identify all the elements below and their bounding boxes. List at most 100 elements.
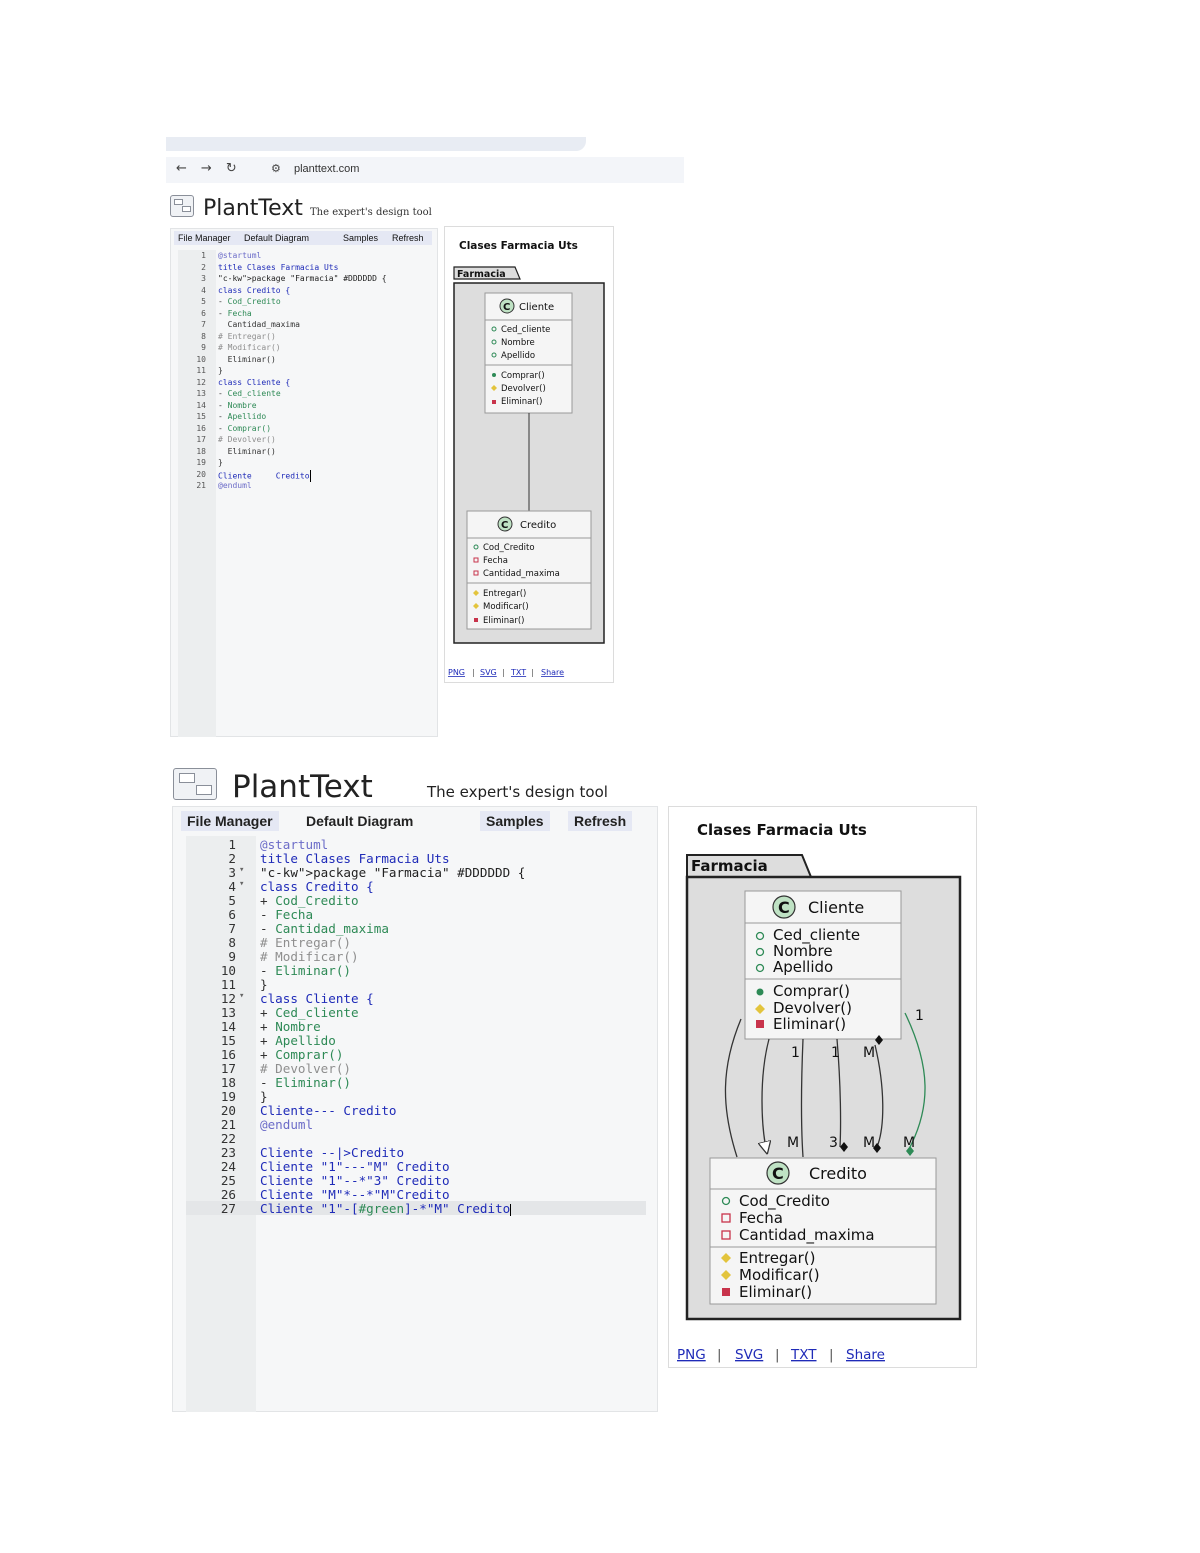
code-line[interactable]: 25 Cliente "1"--*"3" Credito xyxy=(186,1173,646,1188)
file-manager-button[interactable]: File Manager xyxy=(175,231,234,245)
line-number: 21 xyxy=(220,1117,236,1132)
code-line[interactable]: 6 - Fecha xyxy=(186,907,646,922)
code-line[interactable]: 16 - Comprar() xyxy=(178,424,431,436)
code-line[interactable]: 17 # Devolver() xyxy=(186,1061,646,1076)
code-line-text: Cliente Credito xyxy=(218,469,311,482)
code-line[interactable]: 5 - Cod_Credito xyxy=(178,297,431,309)
code-line[interactable]: 26 Cliente "M"*--*"M"Credito xyxy=(186,1187,646,1202)
code-line-text: - Ced_cliente xyxy=(218,389,281,398)
line-number: 3 xyxy=(201,274,206,283)
code-line[interactable]: 12 class Cliente { xyxy=(178,378,431,390)
class-cliente-name: Cliente xyxy=(519,302,554,313)
fold-toggle-icon[interactable]: ▾ xyxy=(239,991,244,1001)
code-text-area[interactable]: 1 @startuml 2 title Clases Farmacia Uts 3 "c-… xyxy=(178,251,431,493)
code-line[interactable]: 7 Cantidad_maxima xyxy=(178,320,431,332)
line-number: 20 xyxy=(220,1103,236,1118)
browser-url-text[interactable]: planttext.com xyxy=(294,163,359,175)
code-line[interactable]: 2 title Clases Farmacia Uts xyxy=(186,851,646,866)
code-line[interactable]: 4 ▾ class Credito { xyxy=(186,879,646,894)
code-line[interactable]: 12 ▾ class Cliente { xyxy=(186,991,646,1006)
fold-toggle-icon[interactable]: ▾ xyxy=(239,865,244,875)
export-svg-link: SVG xyxy=(735,1347,763,1363)
code-text-area[interactable]: 1 @startuml 2 title Clases Farmacia Uts 3 ▾ "c… xyxy=(186,837,646,1216)
code-line[interactable]: 10 - Eliminar() xyxy=(186,963,646,978)
code-line-text: Cliente "1"---"M" Credito xyxy=(260,1159,450,1174)
code-line[interactable]: 10 Eliminar() xyxy=(178,355,431,367)
code-line[interactable]: 9 # Modificar() xyxy=(186,949,646,964)
code-line[interactable]: 23 Cliente --|>Credito xyxy=(186,1145,646,1160)
line-number: 14 xyxy=(220,1019,236,1034)
code-line[interactable]: 7 - Cantidad_maxima xyxy=(186,921,646,936)
export-svg-link: SVG xyxy=(480,668,497,677)
code-line[interactable]: 1 @startuml xyxy=(186,837,646,852)
site-settings-icon[interactable]: ⚙ xyxy=(271,162,281,175)
code-line[interactable]: 13 - Ced_cliente xyxy=(178,389,431,401)
code-line[interactable]: 3 "c-kw">package "Farmacia" #DDDDDD { xyxy=(178,274,431,286)
code-line[interactable]: 19} xyxy=(178,458,431,470)
cliente-field: Nombre xyxy=(501,338,535,348)
svg-text:C: C xyxy=(772,1164,784,1183)
code-line[interactable]: 18 Eliminar() xyxy=(178,447,431,459)
code-line[interactable]: 3 ▾ "c-kw">package "Farmacia" #DDDDDD { xyxy=(186,865,646,880)
forward-arrow-icon[interactable]: → xyxy=(201,161,212,176)
code-line[interactable]: 15 + Apellido xyxy=(186,1033,646,1048)
code-line[interactable]: 21 @enduml xyxy=(186,1117,646,1132)
refresh-button[interactable]: Refresh xyxy=(389,231,427,245)
code-line[interactable]: 8 # Entregar() xyxy=(186,935,646,950)
text-cursor xyxy=(510,1203,512,1216)
code-line[interactable]: 18 - Eliminar() xyxy=(186,1075,646,1090)
line-number: 2 xyxy=(201,262,206,272)
code-line[interactable]: 9 # Modificar() xyxy=(178,343,431,355)
reload-icon[interactable]: ↻ xyxy=(226,161,237,176)
line-number: 1 xyxy=(228,837,236,852)
line-number: 6 xyxy=(201,308,206,318)
cliente-field: Apellido xyxy=(773,958,833,976)
file-manager-button[interactable]: File Manager xyxy=(181,811,279,831)
back-arrow-icon[interactable]: ← xyxy=(176,161,187,176)
code-line[interactable]: 11} xyxy=(186,977,646,992)
credito-method: Modificar() xyxy=(739,1266,820,1284)
app-tagline: The expert's design tool xyxy=(310,207,432,218)
code-line[interactable]: 19} xyxy=(186,1089,646,1104)
default-diagram-button[interactable]: Default Diagram xyxy=(300,811,419,831)
code-line-text: Cliente "1"-[#green]-*"M" Credito xyxy=(260,1201,512,1216)
code-line[interactable]: 20 Cliente Credito xyxy=(178,469,431,482)
samples-button[interactable]: Samples xyxy=(340,231,381,245)
cliente-field: Ced_cliente xyxy=(501,325,550,335)
code-line[interactable]: 21 @enduml xyxy=(178,481,431,493)
uml-diagram-svg: Clases Farmacia Uts Farmacia C Cliente C… xyxy=(677,821,962,1363)
code-line[interactable]: 4 class Credito { xyxy=(178,286,431,298)
code-line-text: - Apellido xyxy=(218,412,267,421)
credito-field: Cantidad_maxima xyxy=(483,569,560,579)
text-cursor xyxy=(309,469,311,482)
code-line[interactable]: 8 # Entregar() xyxy=(178,332,431,344)
samples-button[interactable]: Samples xyxy=(480,811,550,831)
fold-toggle-icon[interactable]: ▾ xyxy=(239,879,244,889)
credito-method: Modificar() xyxy=(483,602,529,612)
code-line[interactable]: 17 # Devolver() xyxy=(178,435,431,447)
code-line[interactable]: 2 title Clases Farmacia Uts xyxy=(178,263,431,275)
code-line[interactable]: 27 Cliente "1"-[#green]-*"M" Credito xyxy=(186,1201,646,1216)
code-line[interactable]: 22 xyxy=(186,1131,646,1146)
code-line[interactable]: 14 + Nombre xyxy=(186,1019,646,1034)
default-diagram-button[interactable]: Default Diagram xyxy=(241,231,312,245)
code-line[interactable]: 15 - Apellido xyxy=(178,412,431,424)
code-line[interactable]: 14 - Nombre xyxy=(178,401,431,413)
code-line[interactable]: 5 + Cod_Credito xyxy=(186,893,646,908)
code-line[interactable]: 1 @startuml xyxy=(178,251,431,263)
refresh-button[interactable]: Refresh xyxy=(568,811,633,831)
code-line[interactable]: 11} xyxy=(178,366,431,378)
code-line-text: Eliminar() xyxy=(218,354,276,364)
code-line[interactable]: 20 Cliente--- Credito xyxy=(186,1103,646,1118)
code-line[interactable]: 24 Cliente "1"---"M" Credito xyxy=(186,1159,646,1174)
code-line[interactable]: 13 + Ced_cliente xyxy=(186,1005,646,1020)
code-line[interactable]: 16 + Comprar() xyxy=(186,1047,646,1062)
line-number: 16 xyxy=(220,1047,236,1062)
code-line-text: - Cantidad_maxima xyxy=(260,921,389,936)
line-number: 10 xyxy=(196,354,206,364)
line-number: 23 xyxy=(220,1145,236,1160)
class-credito-name: Credito xyxy=(809,1164,867,1183)
code-line-text: # Modificar() xyxy=(218,343,281,352)
line-number: 15 xyxy=(196,412,206,421)
code-line[interactable]: 6 - Fecha xyxy=(178,309,431,321)
